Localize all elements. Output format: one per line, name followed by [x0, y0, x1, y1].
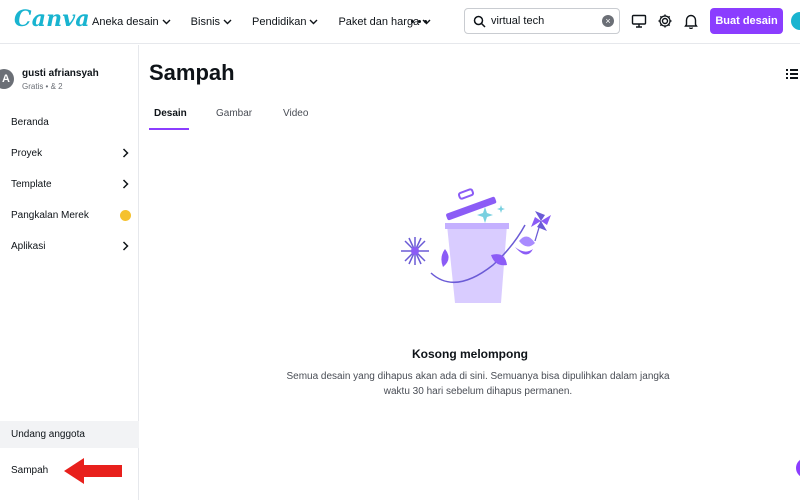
sidebar-item-pangkalan-merek[interactable]: Pangkalan Merek	[0, 202, 139, 228]
search-box: ×	[464, 8, 620, 34]
search-icon	[473, 15, 486, 28]
tab-desain[interactable]: Desain	[154, 108, 187, 119]
chevron-down-icon	[223, 19, 232, 25]
sidebar-item-label: Pangkalan Merek	[11, 209, 89, 221]
help-button[interactable]	[796, 458, 800, 478]
chevron-right-icon	[122, 179, 129, 189]
gear-icon[interactable]	[656, 12, 674, 30]
profile-name[interactable]: gusti afriansyah	[22, 68, 99, 79]
nav-pendidikan[interactable]: Pendidikan	[252, 16, 318, 28]
clear-search-icon[interactable]: ×	[602, 15, 614, 27]
tab-gambar[interactable]: Gambar	[216, 108, 252, 119]
sidebar-item-proyek[interactable]: Proyek	[0, 140, 139, 166]
active-tab-indicator	[149, 128, 189, 130]
sidebar-item-aplikasi[interactable]: Aplikasi	[0, 233, 139, 259]
nav-label: Pendidikan	[252, 16, 307, 28]
empty-trash-illustration	[401, 188, 551, 303]
desktop-icon[interactable]	[630, 12, 648, 30]
search-input[interactable]	[491, 13, 591, 29]
chevron-down-icon	[309, 19, 318, 25]
annotation-arrow-icon	[64, 458, 122, 484]
chevron-down-icon	[162, 19, 171, 25]
nav-bisnis[interactable]: Bisnis	[191, 16, 232, 28]
chevron-right-icon	[122, 241, 129, 251]
top-bar: Canva Aneka desain Bisnis Pendidikan Pak…	[0, 0, 800, 44]
sidebar-item-beranda[interactable]: Beranda	[0, 109, 139, 135]
create-design-button[interactable]: Buat desain	[710, 8, 783, 34]
tab-video[interactable]: Video	[283, 108, 308, 119]
page-title: Sampah	[149, 60, 235, 85]
main-nav: Aneka desain Bisnis Pendidikan Paket dan…	[92, 0, 451, 44]
list-view-icon[interactable]	[786, 68, 798, 80]
nav-label: Aneka desain	[92, 16, 159, 28]
profile-plan: Gratis • & 2	[22, 82, 63, 91]
invite-label: Undang anggota	[11, 429, 85, 440]
empty-state-description: Semua desain yang dihapus akan ada di si…	[286, 371, 670, 397]
sidebar-item-template[interactable]: Template	[0, 171, 139, 197]
canva-logo[interactable]: Canva	[14, 6, 90, 32]
sidebar-item-label: Beranda	[11, 116, 49, 128]
sidebar-item-label: Sampah	[11, 465, 49, 476]
more-menu-icon[interactable]	[411, 14, 427, 28]
sidebar-item-label: Proyek	[11, 147, 43, 159]
empty-state-title: Kosong melompong	[412, 347, 528, 361]
avatar[interactable]: A	[0, 69, 14, 89]
invite-members-button[interactable]: Undang anggota	[0, 421, 139, 448]
bell-icon[interactable]	[682, 12, 700, 30]
user-avatar[interactable]	[791, 12, 800, 30]
chevron-right-icon	[122, 148, 129, 158]
sidebar-item-label: Aplikasi	[11, 240, 46, 252]
nav-aneka-desain[interactable]: Aneka desain	[92, 16, 171, 28]
nav-label: Paket dan harga	[338, 16, 420, 28]
sidebar-item-label: Template	[11, 178, 52, 190]
crown-icon	[120, 209, 131, 221]
sidebar: A gusti afriansyah Gratis • & 2 Beranda …	[0, 45, 139, 500]
nav-label: Bisnis	[190, 16, 221, 28]
